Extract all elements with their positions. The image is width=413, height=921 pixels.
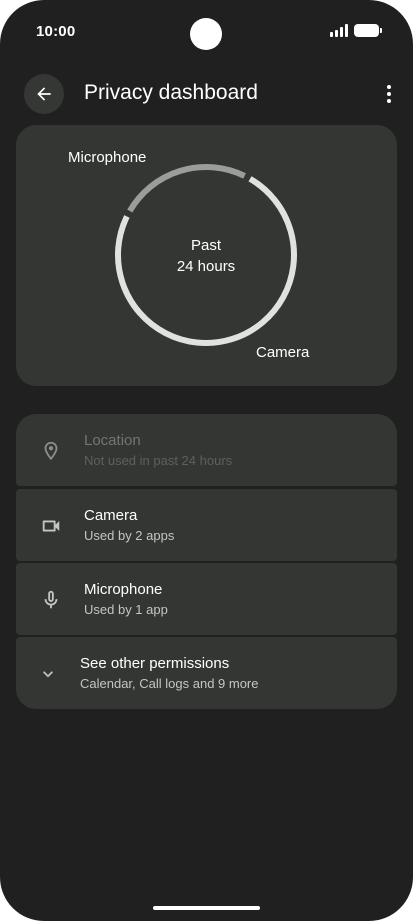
permission-subtitle: Calendar, Call logs and 9 more — [80, 676, 259, 691]
arrow-back-icon — [37, 87, 51, 101]
mic-icon — [44, 590, 58, 609]
location-pin-icon — [44, 441, 58, 461]
status-time: 10:00 — [36, 23, 76, 40]
status-icons — [330, 24, 382, 37]
permission-subtitle: Used by 1 app — [84, 602, 168, 617]
see-other-permissions[interactable]: See other permissions Calendar, Call log… — [16, 637, 397, 709]
permission-item-microphone[interactable]: Microphone Used by 1 app — [16, 563, 397, 635]
permission-item-location[interactable]: Location Not used in past 24 hours — [16, 414, 397, 486]
permission-title: See other permissions — [80, 655, 230, 672]
chart-center-line1: Past — [190, 237, 221, 254]
usage-chart-card[interactable]: Microphone Camera Past 24 hours — [16, 125, 397, 386]
more-vert-icon-dot — [387, 85, 391, 89]
back-button[interactable] — [24, 74, 64, 114]
more-vert-icon-dot — [387, 92, 391, 96]
home-indicator[interactable] — [153, 906, 260, 910]
permission-title: Location — [84, 432, 141, 449]
chart-label-camera: Camera — [256, 344, 310, 361]
permission-title: Microphone — [84, 581, 163, 598]
more-vert-icon-dot — [387, 99, 391, 103]
chart-center-text: Past 24 hours — [156, 235, 256, 277]
permission-subtitle: Used by 2 apps — [84, 528, 175, 543]
chart-label-microphone: Microphone — [68, 149, 147, 166]
signal-icon — [330, 24, 348, 37]
chart-center-line2: 24 hours — [176, 258, 236, 275]
ring-segment-microphone — [127, 164, 246, 213]
videocam-icon — [42, 520, 60, 532]
battery-icon — [354, 24, 382, 37]
page-title: Privacy dashboard — [84, 81, 258, 104]
front-camera-cutout — [190, 18, 222, 50]
permission-item-camera[interactable]: Camera Used by 2 apps — [16, 489, 397, 561]
permission-subtitle: Not used in past 24 hours — [84, 453, 233, 468]
permission-title: Camera — [84, 507, 138, 524]
chevron-down-icon — [43, 671, 53, 678]
more-options-button[interactable] — [381, 80, 397, 108]
phone-screen: 10:00 Privacy dashboard Microphone Camer… — [0, 0, 413, 921]
